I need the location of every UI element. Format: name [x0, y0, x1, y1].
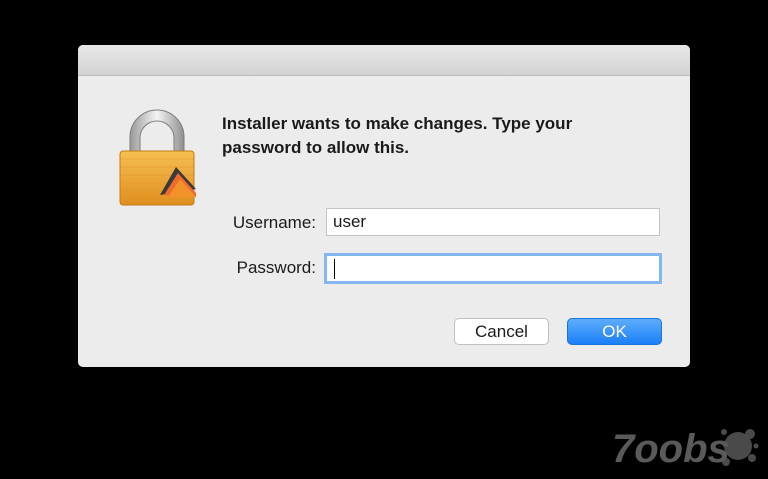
lock-icon [119, 109, 196, 206]
screen: Installer wants to make changes. Type yo… [0, 0, 768, 479]
auth-dialog: Installer wants to make changes. Type yo… [78, 45, 690, 367]
username-label: Username: [232, 213, 316, 232]
ok-button[interactable]: OK [567, 318, 662, 345]
password-label: Password: [236, 258, 316, 277]
dialog-titlebar[interactable] [78, 45, 690, 76]
watermark-logo: 7oobs [612, 427, 759, 471]
username-field[interactable] [326, 208, 660, 236]
password-field[interactable] [324, 253, 662, 284]
dialog-message: Installer wants to make changes. Type yo… [222, 114, 573, 157]
text-cursor [334, 259, 335, 279]
watermark-text: 7oobs [612, 427, 730, 471]
cancel-button[interactable]: Cancel [454, 318, 549, 345]
